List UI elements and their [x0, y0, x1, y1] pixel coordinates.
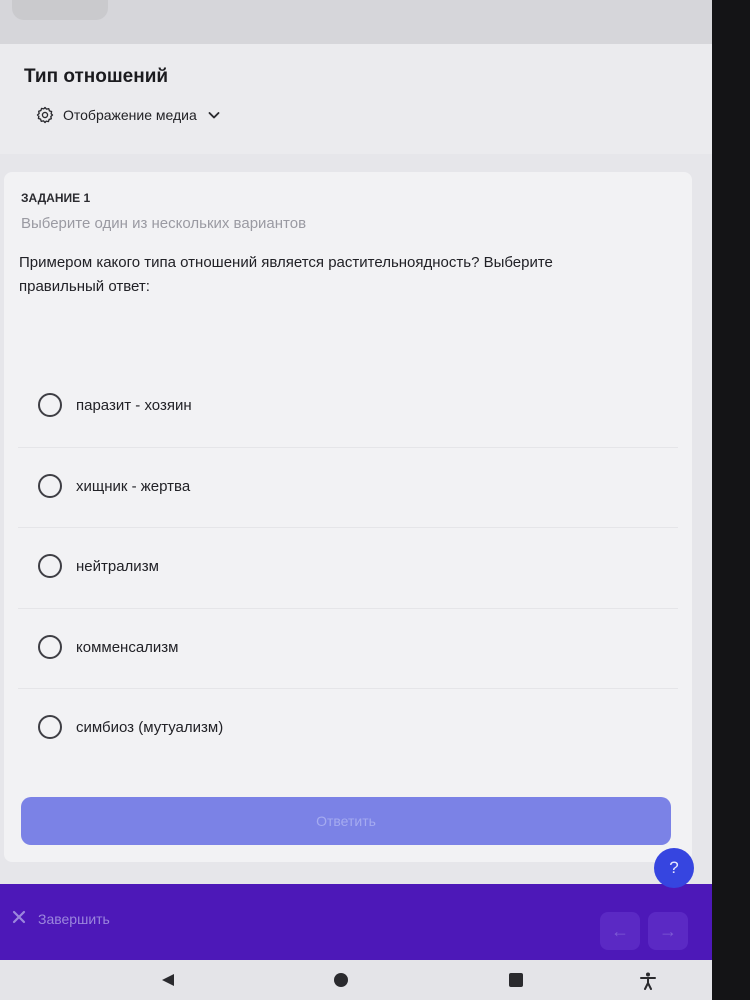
- gear-icon: [36, 106, 54, 124]
- radio-button[interactable]: [38, 715, 62, 739]
- accessibility-icon[interactable]: [640, 972, 656, 995]
- radio-button[interactable]: [38, 634, 62, 659]
- answer-option[interactable]: паразит - хозяин: [18, 367, 678, 448]
- finish-button[interactable]: Завершить: [12, 910, 110, 927]
- answer-option[interactable]: комменсализм: [18, 609, 678, 689]
- system-navigation-bar: [0, 960, 712, 1000]
- finish-label: Завершить: [38, 910, 110, 927]
- media-display-label: Отображение медиа: [63, 107, 197, 123]
- radio-button[interactable]: [38, 393, 62, 417]
- answer-option[interactable]: нейтрализм: [18, 528, 678, 609]
- top-bar-tab: [12, 0, 108, 20]
- app-screen: Тип отношений Отображение медиа ЗАДАНИЕ …: [0, 0, 712, 1000]
- close-icon: [12, 910, 26, 927]
- answer-option-label: нейтрализм: [76, 558, 159, 575]
- answer-option-label: хищник - жертва: [76, 477, 191, 495]
- answer-option-label: комменсализм: [76, 638, 179, 656]
- answer-option-label: паразит - хозяин: [76, 397, 192, 414]
- triangle-back-icon[interactable]: [160, 972, 176, 993]
- media-display-toggle[interactable]: Отображение медиа: [36, 106, 222, 124]
- device-bezel: [712, 0, 750, 1000]
- top-bar: [0, 0, 712, 44]
- help-button[interactable]: ?: [654, 848, 694, 888]
- submit-answer-button[interactable]: Ответить: [21, 797, 671, 845]
- task-card: ЗАДАНИЕ 1 Выберите один из нескольких ва…: [4, 172, 692, 862]
- page-title: Тип отношений: [24, 66, 169, 87]
- answer-option-label: симбиоз (мутуализм): [76, 719, 224, 736]
- bottom-action-bar: Завершить ← →: [0, 884, 712, 960]
- task-number: ЗАДАНИЕ 1: [21, 191, 91, 205]
- previous-task-button[interactable]: ←: [600, 912, 640, 950]
- answer-option[interactable]: симбиоз (мутуализм): [18, 689, 678, 769]
- next-task-button[interactable]: →: [648, 912, 688, 950]
- radio-button[interactable]: [38, 554, 62, 578]
- answer-options: паразит - хозяин хищник - жертва нейтрал…: [18, 367, 678, 769]
- task-hint: Выберите один из нескольких вариантов: [21, 215, 307, 232]
- square-recents-icon[interactable]: [508, 972, 524, 993]
- radio-button[interactable]: [38, 473, 62, 498]
- answer-option[interactable]: хищник - жертва: [18, 448, 678, 528]
- chevron-down-icon: [206, 107, 222, 123]
- circle-home-icon[interactable]: [333, 972, 349, 993]
- question-text: Примером какого типа отношений является …: [19, 254, 553, 295]
- page-header: Тип отношений Отображение медиа: [0, 44, 712, 154]
